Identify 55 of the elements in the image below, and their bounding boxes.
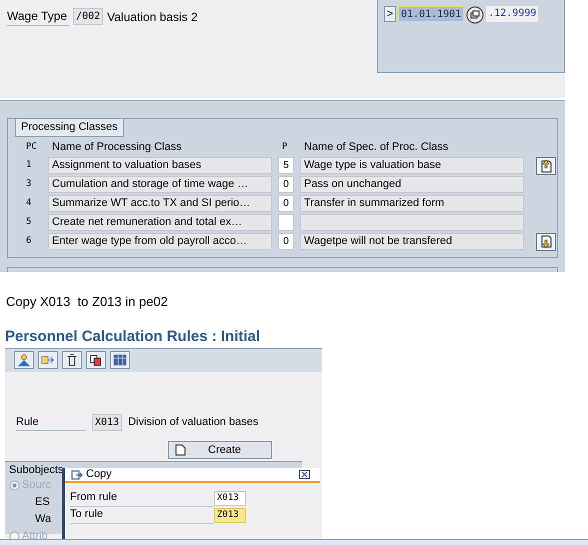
field-label: From rule (70, 489, 214, 507)
person-icon[interactable] (14, 351, 34, 369)
input-field[interactable]: 0 (278, 195, 294, 212)
table-icon[interactable] (110, 351, 130, 369)
field-label: Wage Type (7, 7, 70, 26)
column-header: Name of Spec. of Proc. Class (304, 140, 448, 156)
input-field[interactable]: X013 (92, 414, 122, 431)
window-icon[interactable] (466, 6, 484, 24)
option-label: Attrib (22, 528, 48, 544)
option-label: Wa (35, 512, 52, 527)
input-field[interactable]: Z013 (214, 508, 246, 522)
table-cell-text: 5 (26, 216, 32, 229)
page-up-icon[interactable] (536, 156, 556, 174)
trash-icon[interactable] (62, 351, 82, 369)
table-cell: Wagetpe will not be transfered (300, 233, 524, 250)
field-label: Rule (16, 414, 86, 431)
field-description: Division of valuation bases (128, 415, 258, 430)
table-cell: Summarize WT acc.to TX and SI perio… (48, 195, 272, 212)
copy-icon (71, 470, 83, 480)
group-title: Processing Classes (15, 118, 124, 136)
close-icon[interactable] (299, 470, 310, 479)
column-header: P (282, 140, 288, 154)
input-field[interactable]: /002 (73, 8, 104, 25)
table-cell: Transfer in summarized form (300, 195, 524, 212)
note-text: Copy X013 to Z013 in pe02 (6, 293, 169, 311)
input-field[interactable]: 0 (278, 233, 294, 250)
option-label: ES (35, 494, 50, 510)
table-cell-text: 3 (26, 178, 32, 191)
column-header: PC (26, 140, 38, 154)
field-label: To rule (70, 506, 214, 524)
table-cell: Create net remuneration and total ex… (48, 214, 272, 231)
table-cell: Pass on unchanged (300, 176, 524, 193)
table-cell-text: 1 (26, 158, 32, 172)
page-down-icon[interactable] (536, 232, 556, 250)
copy-icon[interactable] (86, 351, 106, 369)
radio-button[interactable] (9, 480, 20, 490)
input-field[interactable]: 5 (278, 157, 294, 174)
dialog-title: Copy (86, 467, 112, 482)
table-cell: Cumulation and storage of time wage … (48, 176, 272, 193)
table-cell: Enter wage type from old payroll acco… (48, 233, 272, 250)
table-cell-text: 6 (26, 234, 32, 248)
expand-button[interactable]: > (384, 6, 396, 22)
start-date-field[interactable]: 01.01.1901 (398, 6, 464, 22)
field-description: Valuation basis 2 (107, 8, 198, 26)
document-icon (175, 444, 186, 456)
column-header: Name of Processing Class (52, 140, 183, 156)
input-field[interactable] (278, 214, 294, 231)
input-field[interactable]: 0 (278, 176, 294, 193)
table-cell: Wage type is valuation base (300, 157, 524, 174)
table-cell-text: 4 (26, 196, 32, 210)
create-button[interactable]: Create (168, 441, 272, 459)
end-date-field[interactable]: .12.9999 (486, 6, 538, 22)
table-cell: Assignment to valuation bases (48, 157, 272, 174)
input-field[interactable]: X013 (214, 490, 246, 506)
screen-title: Personnel Calculation Rules : Initial (5, 326, 262, 346)
